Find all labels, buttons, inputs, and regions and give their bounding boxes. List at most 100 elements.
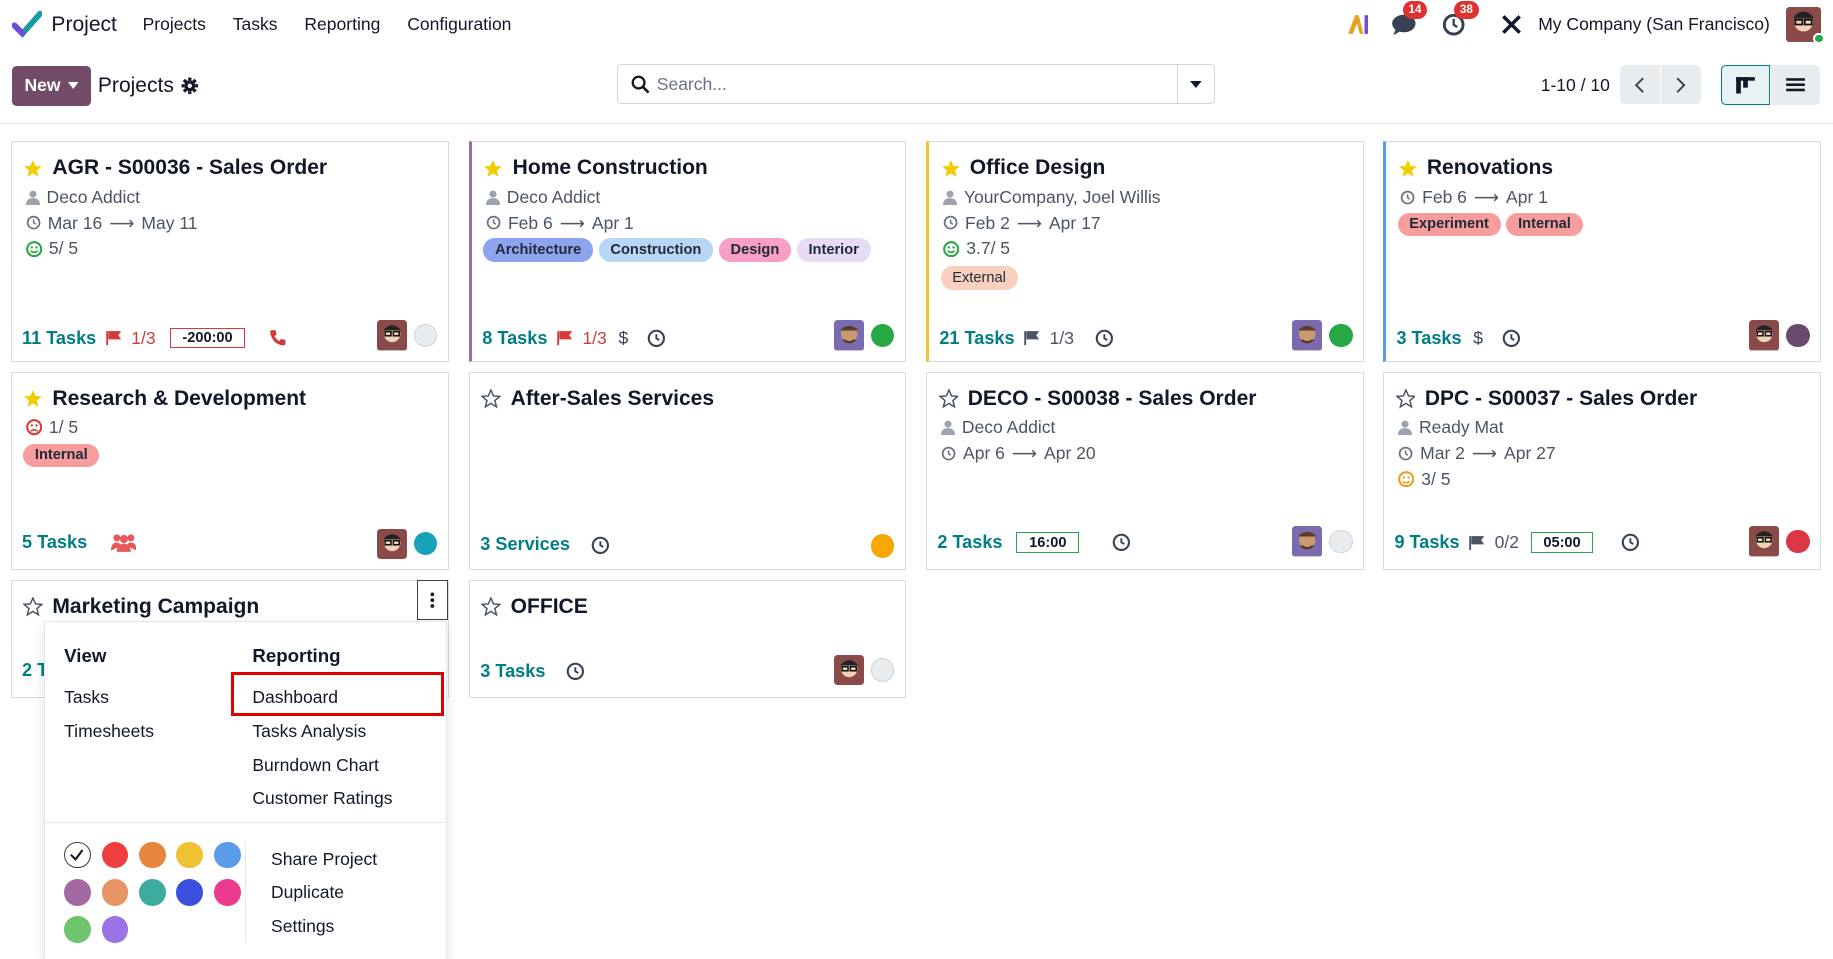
status-dot[interactable] [414, 532, 438, 556]
activity-clock-icon[interactable] [1621, 533, 1640, 552]
favorite-star-icon[interactable] [1398, 159, 1418, 179]
date-start: Feb 6 [507, 212, 553, 233]
color-swatch[interactable] [101, 878, 129, 906]
status-dot[interactable] [871, 658, 895, 682]
avatar[interactable] [376, 528, 407, 559]
status-dot[interactable] [1786, 529, 1810, 554]
tasks-link[interactable]: 2 Tasks [937, 532, 1002, 553]
avatar[interactable] [833, 320, 865, 351]
search-options-toggle[interactable] [1177, 65, 1213, 104]
nav-configuration[interactable]: Configuration [407, 14, 511, 35]
users-group-icon[interactable] [110, 532, 137, 553]
project-card[interactable]: After-Sales Services 3 Services [468, 371, 906, 571]
project-card[interactable]: Research & Development 1/ 5 Internal 5 T… [10, 371, 449, 571]
color-swatch[interactable] [138, 878, 166, 906]
favorite-star-icon[interactable] [941, 159, 961, 179]
activity-clock-icon[interactable] [647, 329, 666, 348]
gear-icon[interactable] [181, 77, 199, 95]
color-swatch[interactable] [101, 916, 129, 944]
settings-item[interactable]: Settings [271, 916, 334, 937]
favorite-star-icon[interactable] [23, 389, 43, 409]
company-switcher[interactable]: My Company (San Francisco) [1538, 14, 1770, 35]
status-dot[interactable] [871, 534, 895, 558]
activity-clock-icon[interactable] [1095, 329, 1114, 348]
activity-clock-icon[interactable] [1502, 329, 1521, 348]
services-link[interactable]: 3 Services [480, 534, 570, 555]
view-tasks-item[interactable]: Tasks [64, 687, 109, 708]
kanban-view-button[interactable] [1720, 65, 1770, 106]
list-view-button[interactable] [1771, 65, 1821, 106]
pager-value[interactable]: 1-10 / 10 [1541, 75, 1610, 96]
tasks-analysis-item[interactable]: Tasks Analysis [252, 721, 366, 742]
nav-reporting[interactable]: Reporting [304, 14, 380, 35]
card-menu-toggle[interactable] [417, 579, 448, 620]
customer-ratings-item[interactable]: Customer Ratings [252, 788, 392, 809]
favorite-star-icon[interactable] [23, 596, 44, 617]
project-title: DECO - S00038 - Sales Order [967, 386, 1257, 410]
favorite-star-icon[interactable] [23, 159, 43, 179]
project-card[interactable]: AGR - S00036 - Sales Order Deco Addict M… [10, 141, 449, 363]
messages-icon[interactable]: 14 [1391, 1, 1428, 36]
color-swatch[interactable] [138, 841, 166, 869]
search-input[interactable] [649, 65, 1178, 104]
color-swatch[interactable] [213, 878, 241, 906]
favorite-star-icon[interactable] [483, 159, 503, 179]
activity-clock-icon[interactable] [566, 662, 585, 681]
color-swatch[interactable] [64, 878, 91, 906]
pager-previous-button[interactable] [1620, 65, 1660, 105]
activity-clock-icon[interactable] [591, 536, 610, 555]
dashboard-item[interactable]: Dashboard [252, 687, 338, 708]
tasks-link[interactable]: 9 Tasks [1394, 532, 1459, 553]
project-card[interactable]: DECO - S00038 - Sales Order Deco Addict … [925, 371, 1365, 571]
color-swatch[interactable] [176, 841, 204, 869]
nav-tasks[interactable]: Tasks [233, 14, 278, 35]
tasks-link[interactable]: 11 Tasks [22, 328, 96, 349]
favorite-star-icon[interactable] [481, 596, 502, 617]
debug-tools-icon[interactable] [1501, 14, 1522, 35]
project-logo-icon[interactable] [11, 9, 43, 39]
status-dot[interactable] [1329, 529, 1353, 554]
tasks-link[interactable]: 21 Tasks [939, 328, 1014, 349]
view-timesheets-item[interactable]: Timesheets [64, 721, 154, 742]
new-button[interactable]: New [11, 66, 91, 106]
nav-projects[interactable]: Projects [143, 14, 206, 35]
color-swatch[interactable] [213, 841, 241, 869]
phone-icon[interactable] [269, 329, 287, 347]
favorite-star-icon[interactable] [1395, 388, 1416, 409]
avatar[interactable] [833, 654, 865, 686]
app-name[interactable]: Project [51, 13, 116, 37]
tasks-link[interactable]: 3 Tasks [1396, 328, 1461, 349]
duplicate-item[interactable]: Duplicate [271, 882, 344, 903]
avatar[interactable] [376, 320, 407, 351]
status-dot[interactable] [871, 323, 895, 348]
color-swatch[interactable] [101, 841, 129, 869]
color-swatch[interactable] [176, 878, 204, 906]
share-project-item[interactable]: Share Project [271, 849, 377, 870]
project-card[interactable]: Home Construction Deco Addict Feb 6 ⟶ Apr … [468, 141, 906, 363]
color-swatch-selected[interactable] [64, 841, 91, 869]
tasks-link[interactable]: 5 Tasks [22, 532, 87, 553]
project-card[interactable]: OFFICE 3 Tasks [468, 579, 906, 698]
avatar[interactable] [1291, 526, 1323, 557]
avatar[interactable] [1749, 320, 1780, 351]
project-card[interactable]: Renovations Feb 6 ⟶ Apr 1 Experiment Intern… [1382, 141, 1822, 363]
avatar[interactable] [1749, 526, 1780, 557]
breadcrumb: Projects [97, 74, 174, 97]
activity-clock-icon[interactable] [1112, 533, 1131, 552]
status-dot[interactable] [1786, 323, 1810, 348]
project-card[interactable]: DPC - S00037 - Sales Order Ready Mat Mar… [1382, 371, 1822, 571]
color-swatch[interactable] [64, 916, 91, 944]
ai-icon[interactable] [1347, 14, 1370, 35]
favorite-star-icon[interactable] [481, 388, 502, 409]
tasks-link[interactable]: 8 Tasks [482, 328, 547, 349]
status-dot[interactable] [414, 323, 438, 348]
avatar[interactable] [1291, 320, 1323, 351]
burndown-chart-item[interactable]: Burndown Chart [252, 755, 379, 776]
user-avatar[interactable] [1786, 7, 1825, 45]
activities-icon[interactable]: 38 [1442, 1, 1479, 36]
status-dot[interactable] [1329, 323, 1353, 348]
tasks-link[interactable]: 3 Tasks [480, 661, 545, 682]
pager-next-button[interactable] [1661, 65, 1701, 105]
project-card[interactable]: Office Design YourCompany, Joel Willis F… [925, 141, 1365, 363]
favorite-star-icon[interactable] [938, 388, 959, 409]
